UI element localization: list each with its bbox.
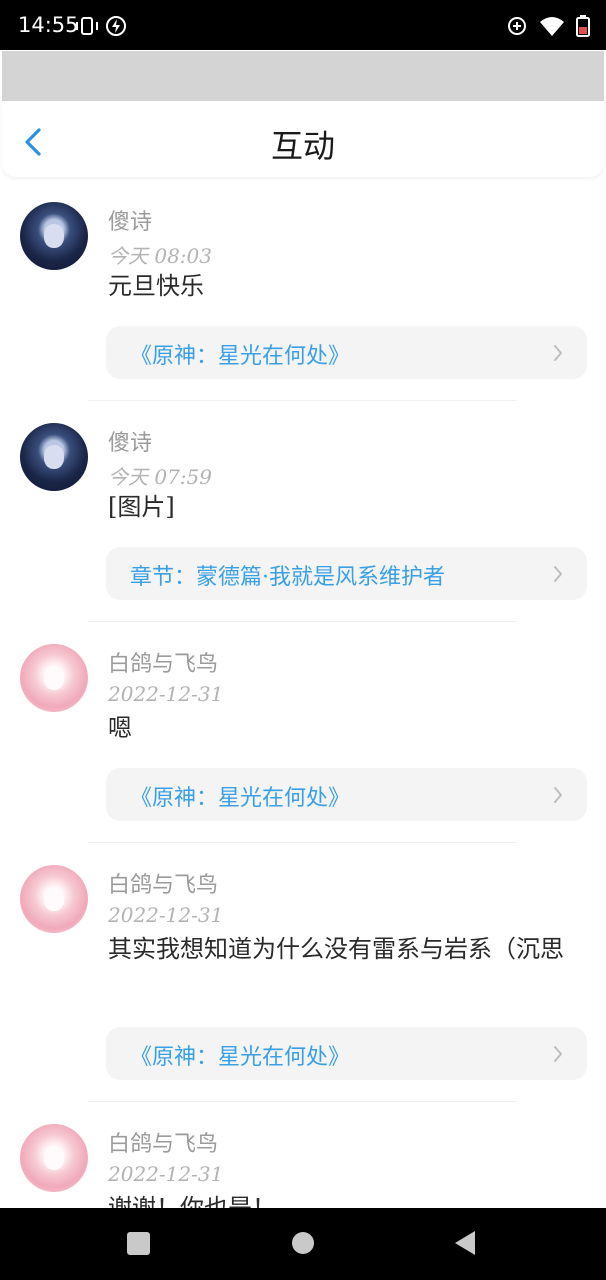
comment-text: 谢谢！你也是！ — [108, 1194, 276, 1208]
source-card[interactable]: 章节：蒙德篇·我就是风系维护者 — [106, 547, 587, 600]
chevron-right-icon — [554, 566, 562, 582]
username[interactable]: 白鸽与飞鸟 — [108, 646, 218, 678]
toolbar-spacer — [2, 51, 604, 101]
interaction-feed[interactable]: 傻诗 今天 08:03 元旦快乐 《原神：星光在何处》 傻诗 今天 07:59 … — [0, 180, 606, 1208]
status-time: 14:55 — [18, 13, 79, 37]
username[interactable]: 白鸽与飞鸟 — [108, 867, 218, 899]
chevron-right-icon — [554, 787, 562, 803]
status-bar: 14:55 — [0, 0, 606, 50]
system-nav-bar — [0, 1208, 606, 1280]
source-card[interactable]: 《原神：星光在何处》 — [106, 768, 587, 821]
data-saver-icon — [507, 17, 526, 35]
feed-item: 傻诗 今天 08:03 元旦快乐 《原神：星光在何处》 — [0, 180, 606, 401]
avatar[interactable] — [20, 1124, 88, 1192]
source-title: 《原神：星光在何处》 — [130, 344, 351, 369]
chevron-right-icon — [554, 1046, 562, 1062]
home-icon[interactable] — [292, 1232, 314, 1254]
username[interactable]: 傻诗 — [108, 204, 152, 236]
comment-text: 嗯 — [108, 714, 132, 742]
status-right-icons — [506, 15, 590, 37]
source-card[interactable]: 《原神：星光在何处》 — [106, 1027, 587, 1080]
comment-text: [图片] — [108, 493, 175, 521]
feed-item: 白鸽与飞鸟 2022-12-31 嗯 《原神：星光在何处》 — [0, 622, 606, 843]
timestamp: 今天 07:59 — [108, 465, 212, 489]
recents-icon[interactable] — [127, 1232, 150, 1255]
battery-saver-icon — [106, 16, 127, 36]
page-title: 互动 — [270, 127, 335, 165]
timestamp: 2022-12-31 — [108, 1162, 224, 1186]
username[interactable]: 傻诗 — [108, 425, 152, 457]
avatar[interactable] — [20, 202, 88, 270]
feed-item: 白鸽与飞鸟 2022-12-31 谢谢！你也是！ — [0, 1102, 606, 1208]
timestamp: 2022-12-31 — [108, 682, 224, 706]
feed-item: 白鸽与飞鸟 2022-12-31 其实我想知道为什么没有雷系与岩系（沉思 《原神… — [0, 843, 606, 1102]
page-header: 互动 — [2, 101, 604, 177]
battery-low-icon — [576, 15, 590, 37]
status-left-icons — [74, 15, 127, 36]
timestamp: 2022-12-31 — [108, 903, 224, 927]
avatar[interactable] — [20, 865, 88, 933]
vibrate-icon — [76, 17, 98, 35]
wifi-icon — [539, 17, 564, 36]
chevron-right-icon — [554, 345, 562, 361]
feed-item: 傻诗 今天 07:59 [图片] 章节：蒙德篇·我就是风系维护者 — [0, 401, 606, 622]
timestamp: 今天 08:03 — [108, 244, 212, 268]
source-title: 章节：蒙德篇·我就是风系维护者 — [130, 565, 445, 590]
comment-text: 元旦快乐 — [108, 272, 204, 300]
source-title: 《原神：星光在何处》 — [130, 786, 351, 811]
avatar[interactable] — [20, 644, 88, 712]
comment-text: 其实我想知道为什么没有雷系与岩系（沉思 — [108, 935, 564, 963]
username[interactable]: 白鸽与飞鸟 — [108, 1126, 218, 1158]
source-title: 《原神：星光在何处》 — [130, 1045, 351, 1070]
back-triangle-icon[interactable] — [454, 1230, 476, 1256]
source-card[interactable]: 《原神：星光在何处》 — [106, 326, 587, 379]
avatar[interactable] — [20, 423, 88, 491]
